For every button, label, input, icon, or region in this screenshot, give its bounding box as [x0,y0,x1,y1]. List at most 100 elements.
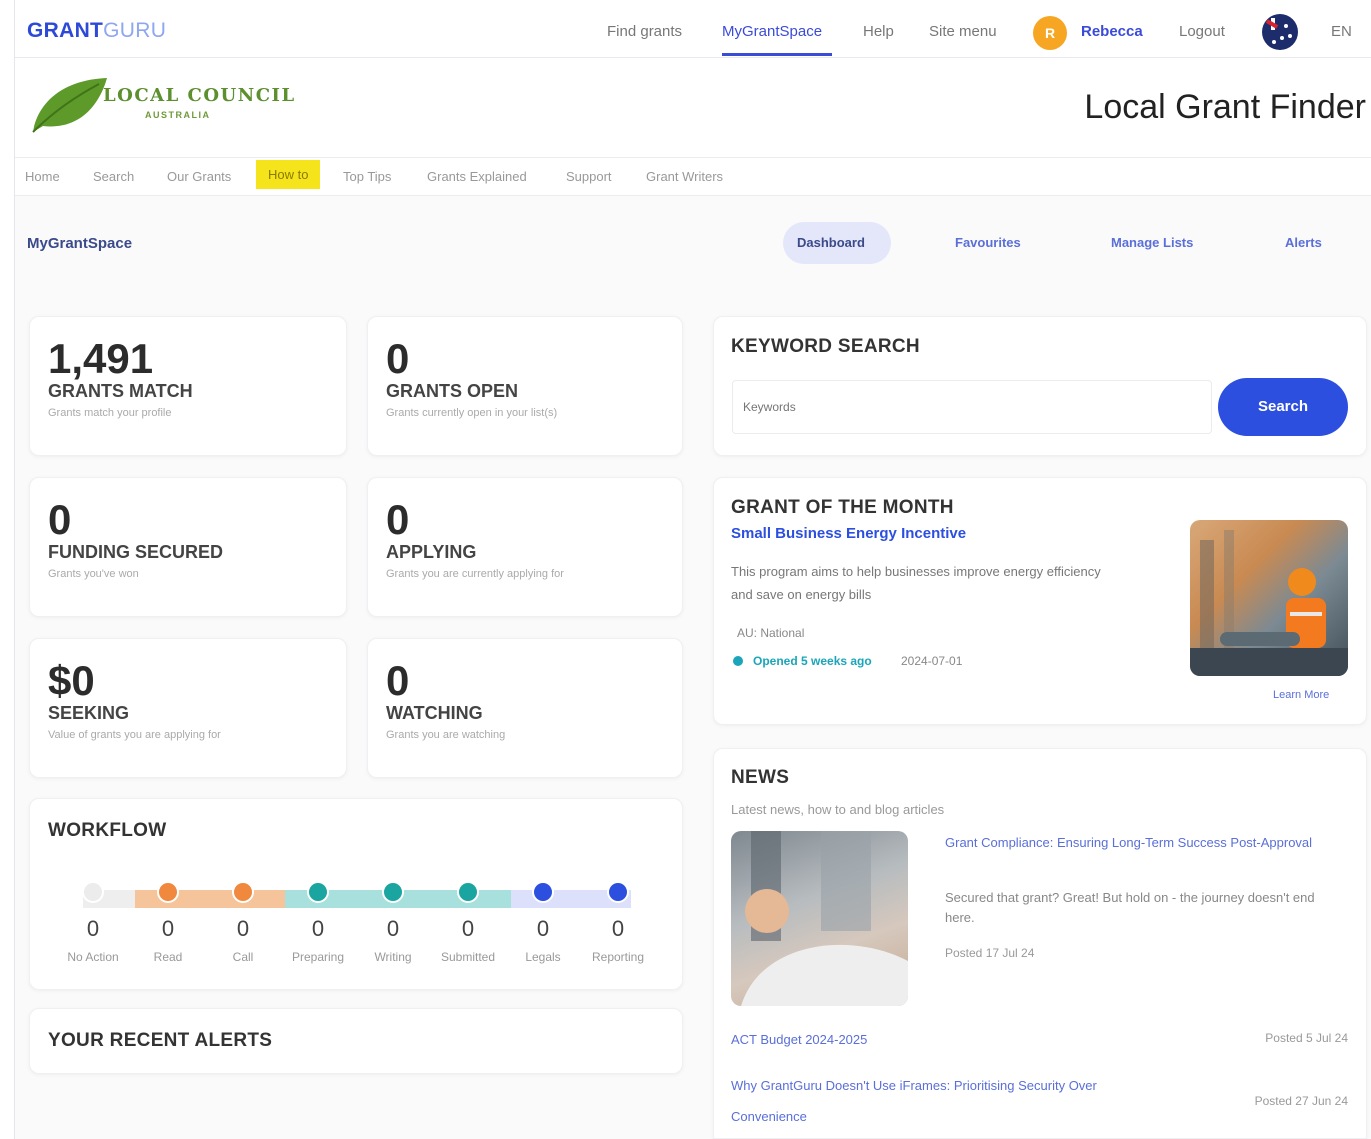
news-featured-title[interactable]: Grant Compliance: Ensuring Long-Term Suc… [945,833,1315,852]
subnav-home[interactable]: Home [25,167,60,186]
news-item-date: Posted 27 Jun 24 [1254,1094,1348,1108]
brand-part-1: GRANT [27,19,104,42]
page: GRANTGURU Find grants MyGrantSpace Help … [14,0,1371,1139]
stat-value: $0 [48,657,95,704]
nav-find-grants[interactable]: Find grants [607,23,682,40]
subnav-support[interactable]: Support [566,167,612,186]
stat-card-watching[interactable]: 0 WATCHING Grants you are watching [367,638,683,778]
workflow-stage-label: Call [232,950,254,964]
news-item-date: Posted 5 Jul 24 [1265,1031,1348,1045]
workflow-count: 0 [386,916,400,941]
tab-dashboard[interactable]: Dashboard [797,235,865,250]
news-subtitle: Latest news, how to and blog articles [731,802,945,817]
workflow-stage-label: Writing [374,950,412,964]
workflow-dot-call[interactable] [232,881,254,903]
user-name[interactable]: Rebecca [1081,23,1143,40]
workflow-count: 0 [236,916,250,941]
workflow-stage-label: Submitted [440,950,496,964]
workflow-stage-label: Legals [525,950,561,964]
news-featured-date: Posted 17 Jul 24 [945,946,1035,960]
stat-label: GRANTS MATCH [48,381,193,401]
org-country: AUSTRALIA [145,110,211,120]
workflow-title: WORKFLOW [48,820,167,841]
stat-card-seeking[interactable]: $0 SEEKING Value of grants you are apply… [29,638,347,778]
workflow-count: 0 [161,916,175,941]
australia-flag-icon[interactable] [1262,14,1298,50]
workflow-dot-writing[interactable] [382,881,404,903]
keyword-input[interactable] [732,380,1212,434]
grant-name-link[interactable]: Small Business Energy Incentive [731,525,966,542]
page-title: Local Grant Finder [1084,88,1366,126]
workflow-dot-legals[interactable] [532,881,554,903]
workflow-dot-reporting[interactable] [607,881,629,903]
workflow-stage-label: Reporting [591,950,645,964]
news-title: NEWS [731,767,790,788]
workflow-dot-read[interactable] [157,881,179,903]
stat-card-grants-open[interactable]: 0 GRANTS OPEN Grants currently open in y… [367,316,683,456]
stat-card-grants-match[interactable]: 1,491 GRANTS MATCH Grants match your pro… [29,316,347,456]
grant-opened-status: Opened 5 weeks ago [753,654,872,668]
workflow-stage-label: No Action [67,950,119,964]
top-navbar: GRANTGURU Find grants MyGrantSpace Help … [15,0,1371,58]
subnav-our-grants[interactable]: Our Grants [167,167,231,186]
language-selector[interactable]: EN [1331,23,1352,40]
grant-description: This program aims to help businesses imp… [731,564,1101,602]
brand-part-2: GURU [103,19,167,42]
org-name: LOCAL COUNCIL [103,85,296,106]
workflow-stage-label: Read [153,950,183,964]
grant-of-month-title: GRANT OF THE MONTH [731,497,954,518]
news-item-link[interactable]: Why GrantGuru Doesn't Use iFrames: Prior… [731,1070,1151,1132]
recent-alerts-title: YOUR RECENT ALERTS [48,1030,273,1051]
user-avatar[interactable]: R [1033,16,1067,50]
stat-label: WATCHING [386,703,483,723]
learn-more-link[interactable]: Learn More [1273,689,1329,701]
stat-card-applying[interactable]: 0 APPLYING Grants you are currently appl… [367,477,683,617]
news-item-link[interactable]: ACT Budget 2024-2025 [731,1024,1211,1055]
grant-open-date: 2024-07-01 [901,654,963,668]
subnav-grant-writers[interactable]: Grant Writers [646,167,723,186]
stat-card-funding-secured[interactable]: 0 FUNDING SECURED Grants you've won [29,477,347,617]
worker-photo-icon[interactable] [1190,520,1348,676]
brand-logo[interactable]: GRANTGURU [27,19,166,43]
nav-mygrantspace[interactable]: MyGrantSpace [722,23,822,40]
stat-value: 0 [48,496,72,543]
news-photo-icon[interactable] [731,831,908,1006]
subnav-how-to[interactable]: How to [256,160,321,189]
nav-active-indicator [722,53,832,56]
stat-value: 1,491 [48,335,154,382]
workflow-count: 0 [311,916,325,941]
keyword-search-title: KEYWORD SEARCH [731,336,920,357]
status-dot-icon [733,656,743,666]
workflow-count: 0 [611,916,625,941]
logout-link[interactable]: Logout [1179,23,1225,40]
stat-description: Value of grants you are applying for [48,729,221,741]
nav-site-menu[interactable]: Site menu [929,23,997,40]
stat-value: 0 [386,335,410,382]
stat-label: SEEKING [48,703,130,723]
nav-help[interactable]: Help [863,23,894,40]
tab-favourites[interactable]: Favourites [955,235,1021,250]
workflow-dot-preparing[interactable] [307,881,329,903]
search-button[interactable]: Search [1218,378,1348,436]
leaf-logo-icon [32,78,107,133]
workflow-count: 0 [461,916,475,941]
workflow-dot-submitted[interactable] [457,881,479,903]
subnav-top-tips[interactable]: Top Tips [343,167,391,186]
stat-value: 0 [386,657,410,704]
stat-description: Grants you've won [48,568,139,580]
tab-manage-lists[interactable]: Manage Lists [1111,235,1193,250]
grant-location: AU: National [737,626,805,640]
workflow-count: 0 [536,916,550,941]
stat-label: FUNDING SECURED [48,542,224,562]
workflow-stage-label: Preparing [291,950,345,964]
workflow-dot-no-action[interactable] [82,881,104,903]
stat-description: Grants you are watching [386,729,506,741]
stat-description: Grants you are currently applying for [386,568,564,580]
stat-description: Grants match your profile [48,407,172,419]
tab-alerts[interactable]: Alerts [1285,235,1322,250]
council-header: LOCAL COUNCIL AUSTRALIA Local Grant Find… [15,58,1371,158]
secondary-nav: Home Search Our Grants How to Top Tips G… [15,158,1371,196]
subnav-search[interactable]: Search [93,167,134,186]
subnav-grants-explained[interactable]: Grants Explained [427,167,527,186]
stat-label: GRANTS OPEN [386,381,519,401]
